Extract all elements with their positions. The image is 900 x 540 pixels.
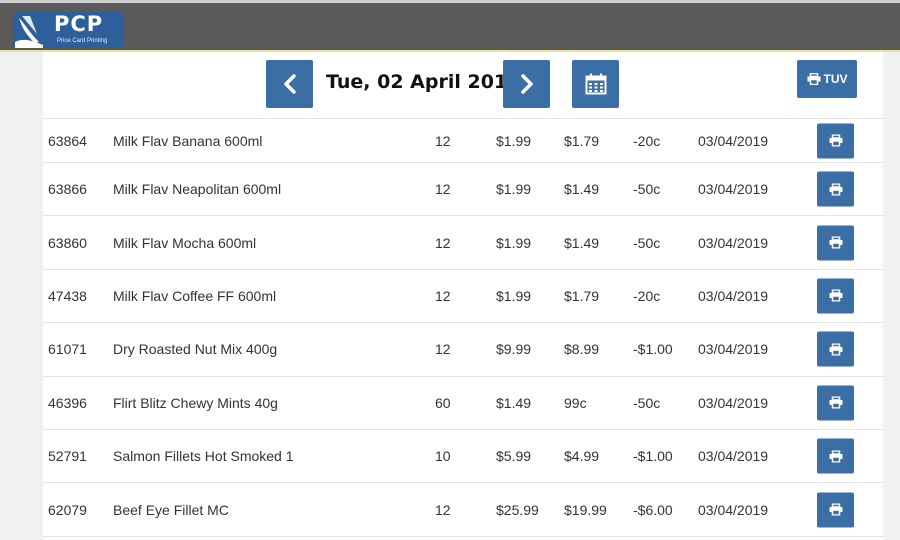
table-row: 46396 Flirt Blitz Chewy Mints 40g 60 $1.49 9… (43, 377, 883, 430)
next-day-button[interactable] (503, 60, 550, 108)
regular-price: $1.49 (496, 394, 532, 411)
previous-day-button[interactable] (266, 60, 313, 108)
date-navigation: Tue, 02 April 2019 TUV (43, 52, 883, 118)
product-description: Flirt Blitz Chewy Mints 40g (113, 394, 278, 411)
product-description: Beef Eye Fillet MC (113, 501, 229, 518)
print-row-button[interactable] (817, 171, 854, 207)
product-quantity: 12 (435, 132, 451, 149)
logo-swoosh-icon (15, 16, 43, 48)
end-date: 03/04/2019 (698, 287, 769, 304)
product-list: 63864 Milk Flav Banana 600ml 12 $1.99 $1.79 -… (43, 118, 883, 537)
regular-price: $9.99 (496, 341, 532, 358)
printer-icon (829, 236, 842, 249)
product-quantity: 12 (435, 341, 451, 358)
product-quantity: 12 (435, 181, 451, 198)
product-code: 63866 (48, 181, 87, 198)
product-description: Salmon Fillets Hot Smoked 1 (113, 448, 294, 465)
savings: -20c (633, 287, 661, 304)
product-code: 46396 (48, 394, 87, 411)
savings: -50c (633, 234, 661, 251)
savings: -50c (633, 394, 661, 411)
end-date: 03/04/2019 (698, 341, 769, 358)
product-code: 47438 (48, 287, 87, 304)
chevron-right-icon (520, 74, 533, 94)
pcp-logo[interactable]: PCP Price Card Printing (13, 12, 123, 48)
product-description: Milk Flav Banana 600ml (113, 132, 263, 149)
sale-price: $1.49 (564, 181, 600, 198)
product-code: 63864 (48, 132, 87, 149)
main-panel: Tue, 02 April 2019 TUV 63864 Milk Flav B… (43, 52, 883, 540)
table-row: 61071 Dry Roasted Nut Mix 400g 12 $9.99 $8.9… (43, 323, 883, 377)
product-quantity: 60 (435, 394, 451, 411)
sale-price: $19.99 (564, 501, 607, 518)
printer-icon (829, 503, 842, 516)
print-row-button[interactable] (817, 225, 854, 261)
product-quantity: 10 (435, 448, 451, 465)
print-row-button[interactable] (817, 492, 854, 528)
tuv-label: TUV (823, 72, 848, 86)
savings: -$6.00 (633, 501, 673, 518)
calendar-button[interactable] (572, 60, 619, 108)
print-row-button[interactable] (817, 331, 854, 367)
product-description: Dry Roasted Nut Mix 400g (113, 341, 278, 358)
top-bar: PCP Price Card Printing (0, 0, 900, 52)
end-date: 03/04/2019 (698, 234, 769, 251)
product-code: 63860 (48, 234, 87, 251)
regular-price: $1.99 (496, 287, 532, 304)
printer-icon (829, 396, 842, 409)
sale-price: $8.99 (564, 341, 600, 358)
product-quantity: 12 (435, 287, 451, 304)
end-date: 03/04/2019 (698, 394, 769, 411)
product-description: Milk Flav Mocha 600ml (113, 234, 257, 251)
calendar-icon (585, 73, 606, 95)
end-date: 03/04/2019 (698, 181, 769, 198)
product-description: Milk Flav Coffee FF 600ml (113, 287, 277, 304)
printer-icon (829, 289, 842, 302)
table-row: 62079 Beef Eye Fillet MC 12 $25.99 $19.99 -$6… (43, 483, 883, 537)
end-date: 03/04/2019 (698, 501, 769, 518)
end-date: 03/04/2019 (698, 448, 769, 465)
print-row-button[interactable] (817, 438, 854, 474)
end-date: 03/04/2019 (698, 132, 769, 149)
printer-icon (829, 450, 842, 463)
regular-price: $5.99 (496, 448, 532, 465)
product-quantity: 12 (435, 234, 451, 251)
product-description: Milk Flav Neapolitan 600ml (113, 181, 282, 198)
regular-price: $1.99 (496, 132, 532, 149)
regular-price: $1.99 (496, 181, 532, 198)
regular-price: $25.99 (496, 501, 539, 518)
print-row-button[interactable] (817, 385, 854, 421)
printer-icon (829, 343, 842, 356)
print-tuv-button[interactable]: TUV (797, 60, 857, 98)
table-row: 47438 Milk Flav Coffee FF 600ml 12 $1.99 $1.… (43, 270, 883, 324)
sale-price: $1.49 (564, 234, 600, 251)
product-code: 52791 (48, 448, 87, 465)
logo-title: PCP (54, 12, 104, 36)
savings: -50c (633, 181, 661, 198)
printer-icon (807, 73, 820, 85)
sale-price: $4.99 (564, 448, 600, 465)
sale-price: $1.79 (564, 287, 600, 304)
print-row-button[interactable] (817, 278, 854, 314)
current-date: Tue, 02 April 2019 (326, 71, 521, 93)
product-code: 61071 (48, 341, 87, 358)
product-code: 62079 (48, 501, 87, 518)
chevron-left-icon (283, 74, 296, 94)
table-row: 63864 Milk Flav Banana 600ml 12 $1.99 $1.79 -… (43, 118, 883, 163)
product-quantity: 12 (435, 501, 451, 518)
table-row: 63866 Milk Flav Neapolitan 600ml 12 $1.99 $1… (43, 163, 883, 217)
savings: -$1.00 (633, 341, 673, 358)
print-row-button[interactable] (817, 123, 854, 158)
table-row: 52791 Salmon Fillets Hot Smoked 1 10 $5.99 $… (43, 430, 883, 484)
printer-icon (829, 134, 842, 147)
sale-price: 99c (564, 394, 587, 411)
table-row: 63860 Milk Flav Mocha 600ml 12 $1.99 $1.49 -5… (43, 216, 883, 270)
sale-price: $1.79 (564, 132, 600, 149)
savings: -20c (633, 132, 661, 149)
regular-price: $1.99 (496, 234, 532, 251)
logo-subtitle: Price Card Printing (57, 38, 108, 44)
printer-icon (829, 183, 842, 196)
savings: -$1.00 (633, 448, 673, 465)
